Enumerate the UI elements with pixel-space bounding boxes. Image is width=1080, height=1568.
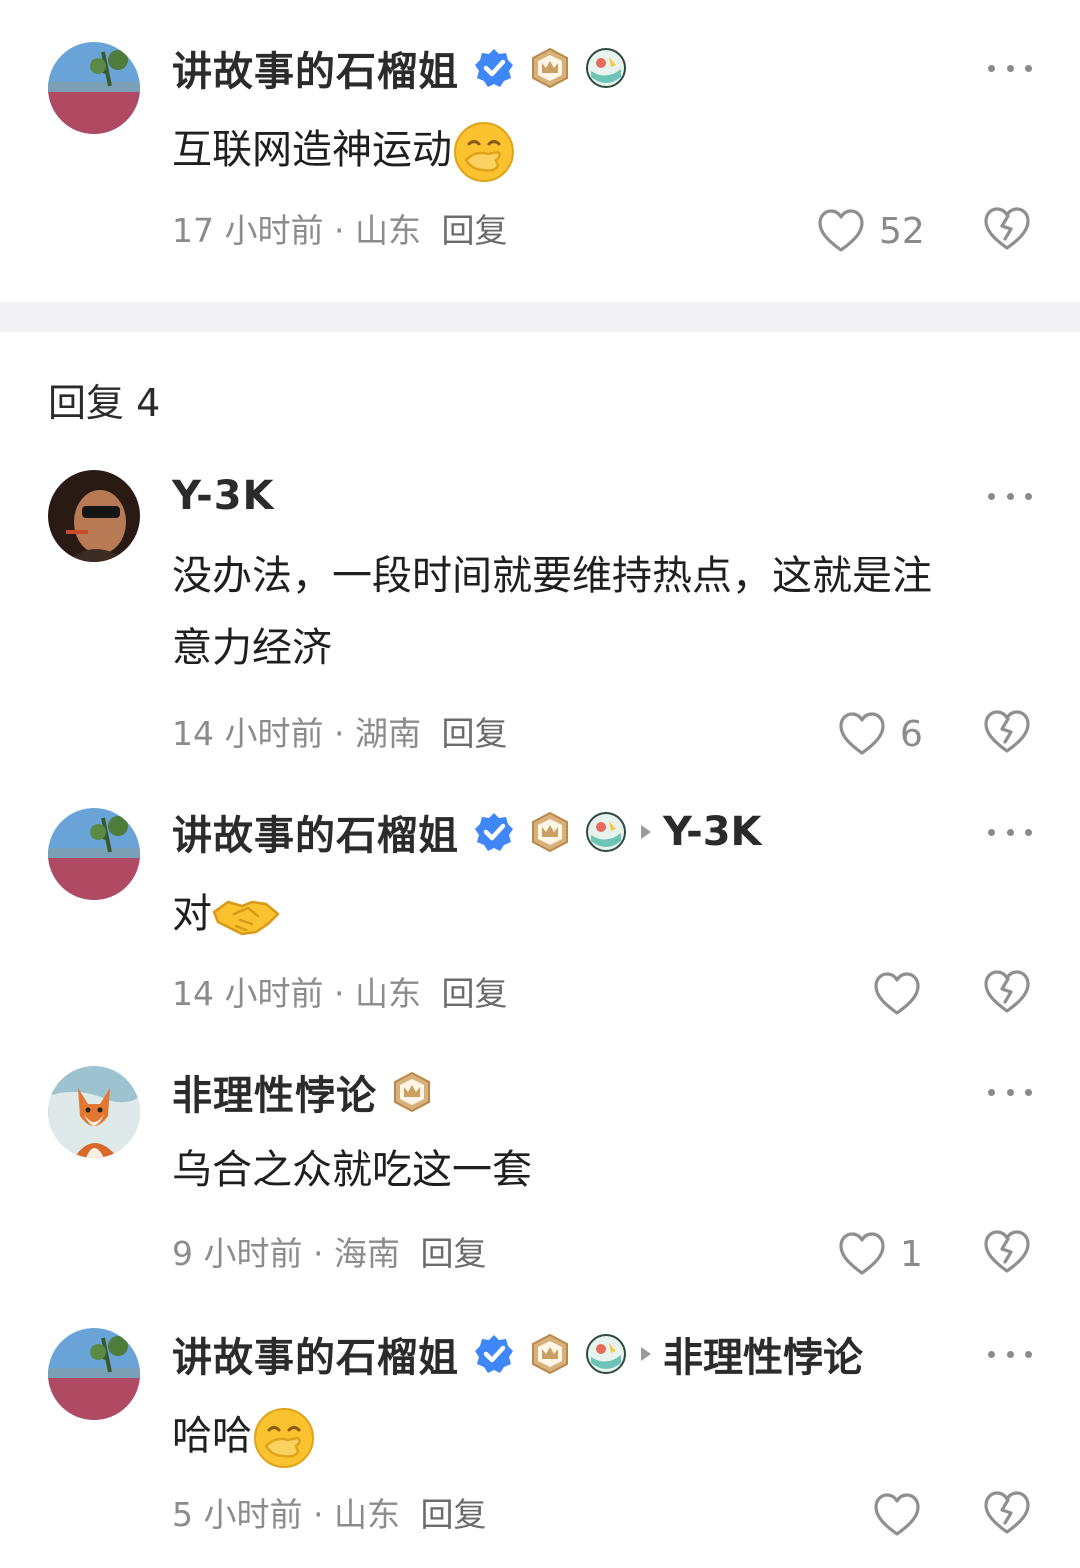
comment-meta: 17 小时前 · 山东 回复 (172, 208, 507, 254)
like-button[interactable]: 1 (838, 1229, 923, 1279)
like-count: 6 (900, 713, 923, 755)
broken-heart-icon[interactable] (982, 204, 1032, 254)
crown-badge-icon (394, 1071, 430, 1113)
avatar[interactable] (48, 808, 140, 900)
comment-meta: 14 小时前 · 山东 回复 (172, 971, 507, 1017)
comment-header: 非理性悖论 (172, 1062, 433, 1122)
comment-meta: 14 小时前 · 湖南 回复 (172, 711, 507, 757)
reply-arrow-icon (641, 825, 651, 839)
broken-heart-icon[interactable] (982, 967, 1032, 1017)
like-count: 1 (900, 1233, 923, 1275)
avatar[interactable] (48, 1328, 140, 1420)
reply-button[interactable]: 回复 (421, 1234, 487, 1273)
reply-button[interactable]: 回复 (421, 1495, 487, 1534)
verified-icon (475, 813, 513, 851)
reply-target-username[interactable]: 非理性悖论 (663, 1325, 863, 1383)
comment-header: Y-3K (172, 466, 275, 526)
crown-badge-icon (532, 47, 568, 89)
broken-heart-icon[interactable] (982, 1227, 1032, 1277)
location: 海南 (334, 1234, 400, 1273)
reply-button[interactable]: 回复 (441, 211, 507, 250)
comment-meta: 9 小时前 · 海南 回复 (172, 1231, 487, 1277)
comment-header: 讲故事的石榴姐 Y-3K (172, 802, 762, 862)
handshake-emoji (212, 900, 280, 936)
fan-badge-icon (586, 48, 626, 88)
timestamp: 14 小时前 (172, 714, 324, 753)
comment-text: 没办法，一段时间就要维持热点，这就是注 意力经济 (172, 553, 932, 671)
comment-header: 讲故事的石榴姐 非理性悖论 (172, 1324, 863, 1384)
like-button[interactable] (873, 1490, 921, 1540)
reply-button[interactable]: 回复 (441, 974, 507, 1013)
fan-badge-icon (586, 812, 626, 852)
reply-target-username[interactable]: Y-3K (663, 809, 762, 855)
avatar[interactable] (48, 1066, 140, 1158)
comment-text: 哈哈 (172, 1400, 1032, 1472)
broken-heart-icon[interactable] (982, 1488, 1032, 1538)
verified-icon (475, 49, 513, 87)
comment-meta: 5 小时前 · 山东 回复 (172, 1492, 487, 1538)
reply-arrow-icon (641, 1347, 651, 1361)
location: 山东 (354, 211, 421, 250)
heart-icon (818, 209, 864, 252)
crown-badge-icon (532, 1333, 568, 1375)
location: 湖南 (354, 714, 421, 753)
username[interactable]: Y-3K (172, 473, 275, 519)
hand-over-mouth-emoji (454, 122, 514, 182)
reply-button[interactable]: 回复 (441, 714, 507, 753)
avatar[interactable] (48, 42, 140, 134)
comment-header: 讲故事的石榴姐 (172, 38, 627, 98)
verified-icon (475, 1335, 513, 1373)
like-button[interactable]: 52 (817, 206, 925, 256)
like-button[interactable] (873, 969, 921, 1019)
comment-text: 对 (172, 878, 1032, 950)
username[interactable]: 非理性悖论 (172, 1063, 377, 1121)
meta-separator: · (313, 1234, 324, 1273)
heart-icon (839, 1232, 885, 1275)
broken-heart-icon[interactable] (982, 707, 1032, 757)
heart-icon (874, 1493, 920, 1536)
avatar[interactable] (48, 470, 140, 562)
username[interactable]: 讲故事的石榴姐 (172, 1325, 459, 1383)
fan-badge-icon (586, 1334, 626, 1374)
heart-icon (839, 712, 885, 755)
comment-text: 互联网造神运动 (172, 114, 1032, 186)
timestamp: 9 小时前 (172, 1234, 303, 1273)
crown-badge-icon (532, 811, 568, 853)
section-divider (0, 302, 1080, 332)
meta-separator: · (333, 974, 345, 1013)
location: 山东 (354, 974, 421, 1013)
heart-icon (874, 972, 920, 1015)
more-options-button[interactable] (988, 58, 1032, 78)
timestamp: 14 小时前 (172, 974, 324, 1013)
meta-separator: · (313, 1495, 324, 1534)
timestamp: 17 小时前 (172, 211, 324, 250)
more-options-button[interactable] (988, 486, 1032, 506)
more-options-button[interactable] (988, 822, 1032, 842)
like-count: 52 (879, 210, 925, 252)
location: 山东 (334, 1495, 400, 1534)
replies-header: 回复 4 (48, 381, 161, 425)
hand-over-mouth-emoji (254, 1408, 314, 1468)
timestamp: 5 小时前 (172, 1495, 303, 1534)
more-options-button[interactable] (988, 1082, 1032, 1102)
comment-text: 乌合之众就吃这一套 (172, 1147, 532, 1193)
like-button[interactable]: 6 (838, 709, 923, 759)
username[interactable]: 讲故事的石榴姐 (172, 39, 459, 97)
more-options-button[interactable] (988, 1344, 1032, 1364)
username[interactable]: 讲故事的石榴姐 (172, 803, 459, 861)
meta-separator: · (333, 211, 345, 250)
meta-separator: · (333, 714, 345, 753)
